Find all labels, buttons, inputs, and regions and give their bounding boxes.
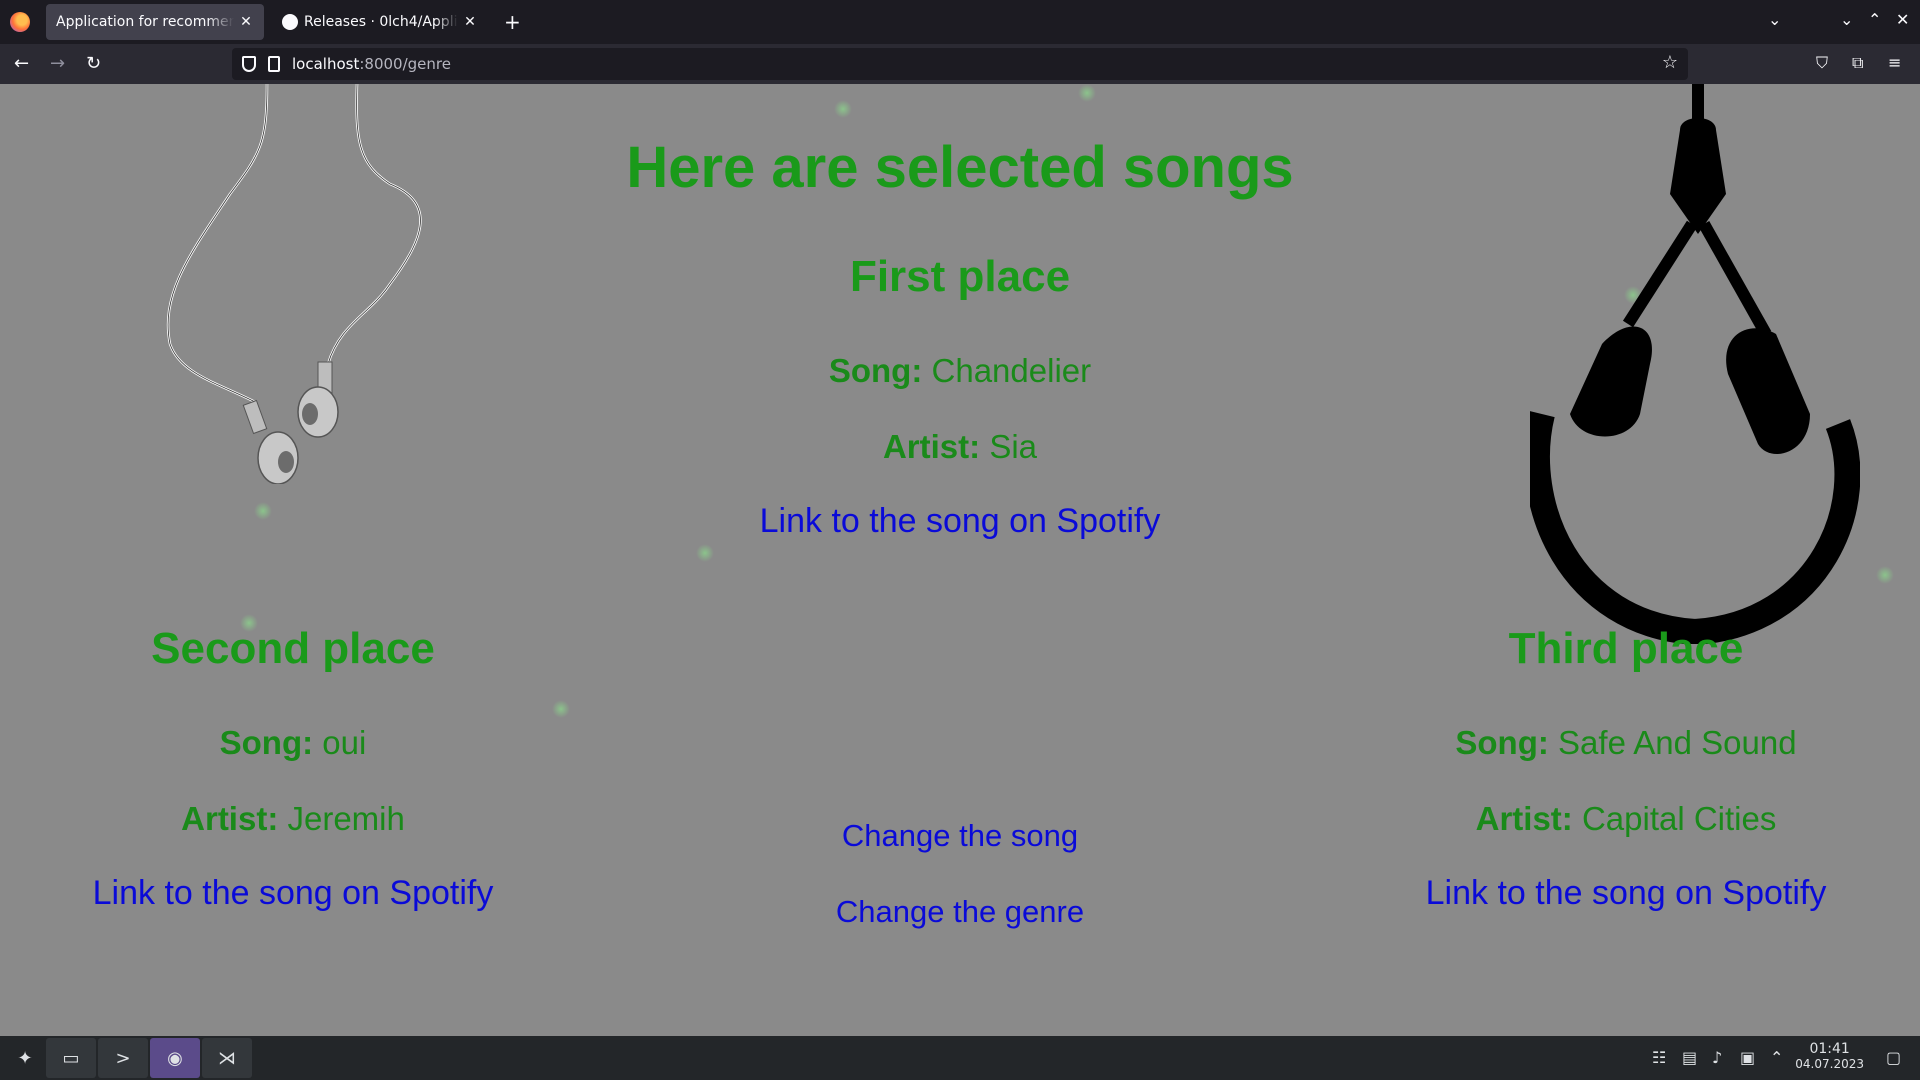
close-tab-icon[interactable]: ✕ bbox=[238, 14, 254, 30]
glow-particle bbox=[834, 100, 852, 118]
close-tab-icon[interactable]: ✕ bbox=[462, 14, 478, 30]
close-window-icon[interactable]: ✕ bbox=[1896, 10, 1909, 29]
second-artist-line: Artist: Jeremih bbox=[181, 800, 405, 837]
second-spotify-link[interactable]: Link to the song on Spotify bbox=[40, 874, 546, 913]
earphones-illustration bbox=[166, 84, 422, 484]
tab-bar: Application for recommending ✕ Releases … bbox=[0, 0, 1920, 44]
tab-application[interactable]: Application for recommending ✕ bbox=[46, 4, 264, 40]
github-icon bbox=[282, 14, 298, 30]
first-artist-line: Artist: Sia bbox=[882, 428, 1038, 465]
clock[interactable]: 01:41 04.07.2023 bbox=[1795, 1041, 1864, 1071]
pocket-icon[interactable]: ⛉ bbox=[1816, 53, 1828, 73]
second-song-name: oui bbox=[322, 724, 367, 761]
reload-icon[interactable]: ↻ bbox=[86, 52, 101, 76]
firefox-taskbar-icon[interactable]: ◉ bbox=[150, 1038, 200, 1078]
third-song-line: Song: Safe And Sound bbox=[1455, 724, 1797, 761]
third-artist-line: Artist: Capital Cities bbox=[1475, 800, 1777, 837]
back-icon[interactable]: ← bbox=[14, 52, 29, 76]
second-artist-name: Jeremih bbox=[287, 800, 405, 837]
network-icon[interactable]: ▣ bbox=[1740, 1048, 1755, 1067]
extensions-icon[interactable]: ⧉ bbox=[1852, 53, 1863, 73]
show-hidden-icons[interactable]: ⌃ bbox=[1770, 1048, 1783, 1067]
file-manager-icon[interactable]: ▭ bbox=[46, 1038, 96, 1078]
new-tab-button[interactable]: + bbox=[504, 10, 521, 34]
volume-icon[interactable]: ♪ bbox=[1712, 1048, 1722, 1067]
tab-label: Application for recommending bbox=[56, 14, 234, 30]
first-place-heading: First place bbox=[849, 252, 1071, 301]
glow-particle bbox=[696, 544, 714, 562]
vscode-icon[interactable]: ⋊ bbox=[202, 1038, 252, 1078]
second-song-line: Song: oui bbox=[219, 724, 367, 761]
first-artist-name: Sia bbox=[989, 428, 1038, 465]
third-spotify-link[interactable]: Link to the song on Spotify bbox=[1372, 874, 1880, 913]
address-bar[interactable]: localhost:8000/genre ☆ bbox=[232, 48, 1688, 80]
glow-particle bbox=[254, 502, 272, 520]
menu-icon[interactable]: ≡ bbox=[1888, 53, 1901, 72]
tab-label: Releases · 0lch4/Applicatio bbox=[304, 14, 458, 30]
first-song-line: Song: Chandelier bbox=[828, 352, 1092, 389]
second-place-heading: Second place bbox=[151, 624, 435, 673]
page-info-icon[interactable] bbox=[268, 56, 280, 72]
third-artist-name: Capital Cities bbox=[1581, 800, 1777, 837]
change-genre-link[interactable]: Change the genre bbox=[560, 894, 1360, 930]
glow-particle bbox=[1078, 84, 1096, 102]
url-text[interactable]: localhost:8000/genre bbox=[292, 55, 451, 73]
tracking-protection-icon[interactable] bbox=[242, 56, 256, 72]
clock-time: 01:41 bbox=[1809, 1041, 1850, 1057]
glow-particle bbox=[552, 700, 570, 718]
change-song-link[interactable]: Change the song bbox=[560, 818, 1360, 854]
minimize-icon[interactable]: ⌄ bbox=[1840, 10, 1853, 29]
tab-releases[interactable]: Releases · 0lch4/Applicatio ✕ bbox=[272, 4, 488, 40]
taskbar: ✦ ▭ > ◉ ⋊ ☷ ▤ ♪ ▣ ⌃ 01:41 04.07.2023 ▢ bbox=[0, 1036, 1920, 1080]
maximize-icon[interactable]: ⌃ bbox=[1868, 10, 1881, 29]
firefox-icon[interactable] bbox=[10, 12, 30, 32]
third-place-heading: Third place bbox=[1508, 624, 1744, 673]
application-launcher-icon[interactable]: ✦ bbox=[0, 1038, 50, 1078]
glow-particle bbox=[1876, 566, 1894, 584]
notes-icon[interactable]: ▤ bbox=[1682, 1048, 1697, 1067]
first-song-name: Chandelier bbox=[931, 352, 1092, 389]
show-desktop-icon[interactable]: ▢ bbox=[1886, 1048, 1901, 1067]
bookmark-star-icon[interactable]: ☆ bbox=[1662, 52, 1678, 73]
headphone-silhouette bbox=[1530, 84, 1860, 644]
clock-date: 04.07.2023 bbox=[1795, 1057, 1864, 1071]
list-all-tabs-icon[interactable]: ⌄ bbox=[1768, 10, 1781, 29]
third-song-name: Safe And Sound bbox=[1558, 724, 1797, 761]
first-spotify-link[interactable]: Link to the song on Spotify bbox=[560, 502, 1360, 541]
forward-icon[interactable]: → bbox=[50, 52, 65, 76]
navigation-bar: ← → ↻ localhost:8000/genre ☆ ⛉ ⧉ ≡ bbox=[0, 44, 1920, 84]
page-title: Here are selected songs bbox=[626, 135, 1294, 200]
clipboard-icon[interactable]: ☷ bbox=[1652, 1048, 1666, 1067]
page-viewport: Here are selected songs First place Song… bbox=[0, 84, 1920, 1036]
terminal-icon[interactable]: > bbox=[98, 1038, 148, 1078]
